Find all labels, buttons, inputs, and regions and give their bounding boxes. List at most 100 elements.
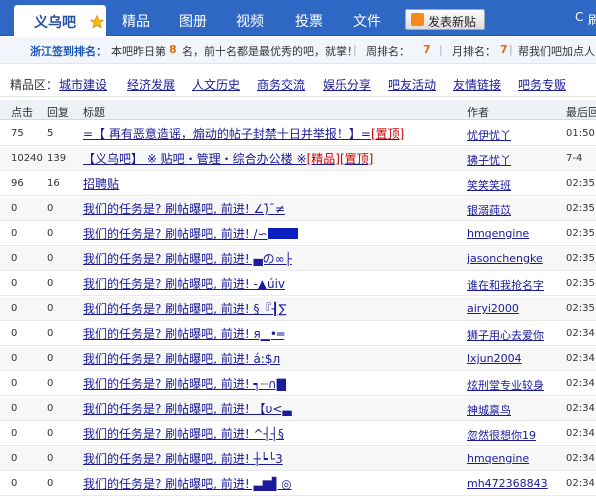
tab-files[interactable]: 文件	[353, 11, 381, 31]
author-link[interactable]: lxjun2004	[467, 352, 563, 365]
thread-title-link[interactable]: 我们的任务是? 刷帖曝吧, 前进! /∽	[83, 225, 463, 242]
click-count: 0	[11, 428, 18, 439]
thread-title-link[interactable]: 我们的任务是? 刷帖曝吧, 前进! ▄の∞├	[83, 250, 463, 267]
author-link[interactable]: 谁在和我抢名字	[467, 277, 563, 293]
header-replies: 回复	[47, 106, 69, 119]
click-count: 0	[11, 328, 18, 339]
tab-featured[interactable]: 精品	[122, 11, 150, 31]
author-link[interactable]: 忽然很想你19	[467, 427, 563, 443]
click-count: 0	[11, 253, 18, 264]
category-link[interactable]: 友情链接	[453, 76, 501, 93]
header-clicks: 点击	[11, 106, 33, 119]
thread-title-link[interactable]: 招聘贴	[83, 175, 463, 192]
separator: |	[439, 43, 443, 56]
thread-title-link[interactable]: 我们的任务是? 刷帖曝吧, 前进! ∠)̄¯≠	[83, 200, 463, 217]
author-link[interactable]: airyi2000	[467, 302, 563, 315]
header-last-reply: 最后回	[566, 106, 596, 119]
featured-categories-label: 精品区：	[10, 78, 59, 92]
new-post-button[interactable]: 发表新贴	[405, 9, 485, 30]
category-link[interactable]: 人文历史	[192, 76, 240, 93]
category-link[interactable]: 吧友活动	[388, 76, 436, 93]
signin-rank-title[interactable]: 浙江签到排名：	[30, 43, 107, 59]
thread-title-link[interactable]: =【 再有恶意造谣，煽动的帖子封禁十日并举报！】=[置顶]	[83, 125, 463, 142]
click-count: 0	[11, 203, 18, 214]
tab-forum-home[interactable]: 义乌吧	[14, 5, 106, 36]
separator: |	[353, 43, 357, 56]
thread-tag-badge: [置顶]	[370, 127, 405, 141]
reply-count: 0	[47, 328, 54, 339]
week-rank-label: 周排名：	[366, 45, 410, 58]
author-link[interactable]: 狮子用心去爱你	[467, 327, 563, 343]
reply-count: 0	[47, 253, 54, 264]
thread-title-link[interactable]: 我们的任务是? 刷帖曝吧, 前进! ┼┕└3	[83, 450, 463, 467]
last-reply-time: 02:35	[566, 303, 595, 314]
last-reply-time: 7-4	[566, 153, 583, 164]
reply-count: 5	[47, 128, 54, 139]
click-count: 0	[11, 228, 18, 239]
thread-title-text: 我们的任务是? 刷帖曝吧, 前进! ^┤┤§	[83, 427, 284, 441]
thread-title-link[interactable]: 我们的任务是? 刷帖曝吧, 前进! ▃▆▌◎	[83, 475, 463, 492]
reply-count: 0	[47, 428, 54, 439]
thread-title-link[interactable]: 我们的任务是? 刷帖曝吧, 前进! 【υ<▃	[83, 400, 463, 417]
tab-polls[interactable]: 投票	[295, 11, 323, 31]
tab-albums[interactable]: 图册	[179, 11, 207, 31]
category-link[interactable]: 娱乐分享	[323, 76, 371, 93]
category-link[interactable]: 商务交流	[257, 76, 305, 93]
thread-title-link[interactable]: 我们的任务是? 刷帖曝吧, 前进! я▁•═	[83, 325, 463, 342]
author-link[interactable]: mh472368843	[467, 477, 563, 490]
click-count: 10240	[11, 153, 43, 164]
signin-tail-text[interactable]: 帮我们吧加点人	[518, 43, 595, 59]
author-link[interactable]: 笑笑笑班	[467, 177, 563, 193]
thread-row: 0 0 我们的任务是? 刷帖曝吧, 前进! á:$л lxjun2004 02:34	[0, 347, 596, 371]
thread-title-link[interactable]: 我们的任务是? 刷帖曝吧, 前进! ^┤┤§	[83, 425, 463, 442]
tab-forum-home-label: 义乌吧	[34, 15, 76, 31]
signin-text-2: 名，前十名都是最优秀的吧，就掌！	[182, 45, 358, 58]
last-reply-time: 02:35	[566, 178, 595, 189]
signin-rank-bar: 浙江签到排名： 本吧昨日第 8 名，前十名都是最优秀的吧，就掌！ | 周排名： …	[0, 37, 596, 64]
author-link[interactable]: 狒子忧丫	[467, 152, 563, 168]
thread-title-link[interactable]: 我们的任务是? 刷帖曝吧, 前进! á:$л	[83, 350, 463, 367]
author-link[interactable]: jasonchengke	[467, 252, 563, 265]
last-reply-time: 02:35	[566, 228, 595, 239]
header-title: 标题	[83, 106, 105, 119]
thread-row: 0 0 我们的任务是? 刷帖曝吧, 前进! ┼┕└3 hmqengine 02:34	[0, 447, 596, 471]
refresh-label[interactable]: 刷	[588, 11, 596, 28]
featured-categories: 精品区： 城市建设 经济发展 人文历史 商务交流 娱乐分享 吧友活动 友情链接 …	[0, 65, 596, 97]
refresh-icon[interactable]: C	[575, 10, 583, 24]
click-count: 0	[11, 353, 18, 364]
author-link[interactable]: 神城禀鸟	[467, 402, 563, 418]
thread-title-link[interactable]: 我们的任务是? 刷帖曝吧, 前进! -▲úiv	[83, 275, 463, 292]
thread-title-text: 我们的任务是? 刷帖曝吧, 前进! /∽	[83, 227, 268, 241]
last-reply-time: 02:35	[566, 253, 595, 264]
thread-title-text: 我们的任务是? 刷帖曝吧, 前进! ┑┈∩▇	[83, 377, 286, 391]
author-link[interactable]: 银溺莼苡	[467, 202, 563, 218]
author-link[interactable]: 忧伊忧丫	[467, 127, 563, 143]
thread-row: 10240 139 【义乌吧】 ※ 贴吧・管理・综合办公楼 ※[精品][置顶] 狒子忧…	[0, 147, 596, 171]
last-reply-time: 02:34	[566, 378, 595, 389]
last-reply-time: 02:34	[566, 353, 595, 364]
thread-row: 75 5 =【 再有恶意造谣，煽动的帖子封禁十日并举报！】=[置顶] 忧伊忧丫 01:5…	[0, 122, 596, 146]
thread-title-link[interactable]: 我们的任务是? 刷帖曝吧, 前进! ┑┈∩▇	[83, 375, 463, 392]
category-link[interactable]: 吧务专贩	[518, 76, 566, 93]
tab-videos[interactable]: 视频	[236, 11, 264, 31]
author-link[interactable]: 炫刑堂专业较身	[467, 377, 563, 393]
category-link[interactable]: 城市建设	[59, 76, 107, 93]
thread-row: 0 0 我们的任务是? 刷帖曝吧, 前进! ▄の∞├ jasonchengke 02:3…	[0, 247, 596, 271]
thread-row: 0 0 我们的任务是? 刷帖曝吧, 前进! ^┤┤§ 忽然很想你19 02:34	[0, 422, 596, 446]
click-count: 75	[11, 128, 24, 139]
category-link[interactable]: 经济发展	[127, 76, 175, 93]
thread-title-link[interactable]: 我们的任务是? 刷帖曝吧, 前进! §『┨∑	[83, 300, 463, 317]
thread-title-link[interactable]: 【义乌吧】 ※ 贴吧・管理・综合办公楼 ※[精品][置顶]	[83, 150, 463, 167]
thread-title-text: 我们的任务是? 刷帖曝吧, 前进! ∠)̄¯≠	[83, 202, 285, 216]
last-reply-time: 02:35	[566, 278, 595, 289]
last-reply-time: 02:34	[566, 328, 595, 339]
last-reply-time: 02:34	[566, 428, 595, 439]
reply-count: 0	[47, 378, 54, 389]
thread-table-header: 点击 回复 标题 作者 最后回	[0, 100, 596, 120]
author-link[interactable]: hmqengine	[467, 452, 563, 465]
thread-tag-badge: [置顶]	[339, 152, 374, 166]
thread-title-text: 我们的任务是? 刷帖曝吧, 前进! á:$л	[83, 352, 281, 366]
author-link[interactable]: hmqengine	[467, 227, 563, 240]
top-nav-bar: 义乌吧 精品 图册 视频 投票 文件 发表新贴 C 刷	[0, 0, 596, 36]
reply-count: 16	[47, 178, 60, 189]
